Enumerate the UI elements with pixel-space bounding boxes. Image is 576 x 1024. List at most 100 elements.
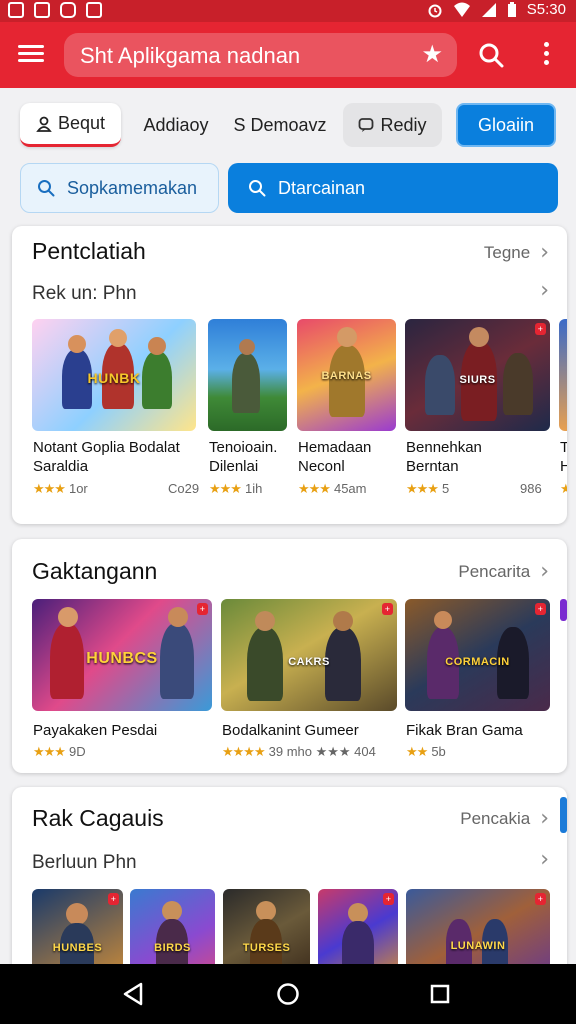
grid-notification-icon — [34, 2, 50, 18]
status-time: S5:30 — [526, 1, 566, 18]
chevron-right-icon[interactable]: › — [540, 278, 549, 303]
game-tile[interactable] — [559, 319, 567, 431]
section-title: Pentclatiah — [32, 238, 146, 264]
game-art-title: HUNBCS — [86, 650, 158, 668]
chip-gloaiin[interactable]: Gloaiin — [456, 103, 556, 147]
search-button-primary[interactable]: Dtarcainan — [228, 163, 558, 213]
rating-badge: + — [107, 893, 119, 905]
game-name-line2: Dilenlai — [209, 458, 259, 475]
section-more-label: Pencarita — [458, 561, 531, 581]
search-button-label: Sopkamemakan — [67, 177, 198, 198]
section-more-label: Tegne — [483, 242, 531, 262]
game-name: Fikak Bran Gama — [406, 722, 523, 739]
status-bar: S5:30 — [0, 0, 576, 22]
rating-badge: + — [382, 893, 394, 905]
section-card-2: Gaktangann Pencarita › + HUNBCS + CAKRS … — [12, 539, 567, 773]
game-tile[interactable]: + HUNBCS — [32, 599, 212, 711]
section-card-1: Pentclatiah Tegne › Rek un: Phn › HUNBK … — [12, 226, 567, 524]
home-icon[interactable] — [277, 982, 299, 1006]
user-icon — [36, 116, 52, 132]
rating-badge: + — [196, 603, 208, 615]
game-name-line2: Neconl — [298, 458, 345, 475]
chip-label: Rediy — [380, 114, 427, 135]
game-name-line2: Berntan — [406, 458, 459, 475]
section-more-link[interactable]: Tegne › — [484, 240, 549, 265]
rating-badge: + — [381, 603, 393, 615]
battery-icon — [507, 1, 516, 17]
game-extra: 986 — [520, 481, 542, 496]
game-rating: ★ — [560, 481, 567, 496]
chevron-right-icon: › — [540, 559, 549, 584]
section-title: Gaktangann — [32, 558, 158, 584]
mail-notification-icon — [86, 2, 102, 18]
notification-icon — [8, 2, 24, 18]
game-name: Tenoioain. — [209, 439, 278, 456]
search-icon[interactable] — [478, 42, 504, 68]
chat-icon — [359, 118, 374, 132]
game-tile[interactable]: HUNBK — [32, 319, 196, 431]
game-name-line2: Saraldia — [33, 458, 89, 475]
section-subheading: Rek un: Phn — [32, 283, 137, 304]
chip-demoavz[interactable]: S Demoavz — [232, 103, 328, 147]
search-icon — [38, 180, 55, 197]
chip-rediy[interactable]: Rediy — [343, 103, 442, 147]
search-bar[interactable]: Sht Aplikgama nadnan ★ — [64, 33, 457, 77]
chip-label: Addiaoy — [143, 114, 209, 135]
game-tile[interactable] — [208, 319, 287, 431]
notification-icons — [8, 2, 102, 18]
chevron-right-icon[interactable]: › — [540, 847, 549, 872]
game-tile[interactable]: + CAKRS — [221, 599, 397, 711]
app-bar: Sht Aplikgama nadnan ★ — [0, 22, 576, 88]
message-notification-icon — [60, 2, 76, 18]
section-more-link[interactable]: Pencarita › — [458, 559, 549, 584]
game-rating: ★★★ 45am — [298, 481, 367, 496]
system-nav-bar — [0, 964, 576, 1024]
game-art-title: HUNBK — [87, 370, 141, 387]
chip-label: S Demoavz — [233, 114, 327, 135]
rating-badge: + — [534, 893, 546, 905]
system-status: S5:30 — [427, 1, 566, 18]
game-rating: ★★★ 9D — [33, 744, 86, 759]
chip-addiaoy[interactable]: Addiaoy — [136, 103, 216, 147]
game-tile[interactable]: BARNAS — [297, 319, 396, 431]
recent-apps-icon[interactable] — [430, 984, 450, 1004]
chip-bequt[interactable]: Bequt — [20, 103, 121, 147]
game-art-title: HUNBES — [52, 941, 103, 954]
star-icon[interactable]: ★ — [421, 40, 443, 69]
game-tile[interactable]: + CORMACIN — [405, 599, 550, 711]
game-rating: ★★★ 1or — [33, 481, 88, 496]
more-options-icon[interactable] — [541, 42, 551, 68]
game-rating: ★★ 5b — [406, 744, 446, 759]
search-bar-text[interactable]: Sht Aplikgama nadnan — [80, 43, 300, 69]
game-rating: ★★★ 5 — [406, 481, 450, 496]
game-name: Notant Goplia Bodalat — [33, 439, 180, 456]
section-card-3: Rak Cagauis Pencakia › Berluun Phn › + H… — [12, 787, 567, 987]
game-name: Bodalkanint Gumeer — [222, 722, 359, 739]
game-rating: ★★★ 1ih — [209, 481, 263, 496]
wifi-icon — [453, 2, 470, 17]
chip-label: Bequt — [57, 113, 106, 133]
chevron-right-icon: › — [540, 240, 549, 265]
back-icon[interactable] — [122, 982, 144, 1006]
rating-badge: + — [534, 603, 546, 615]
section-subheading: Berluun Phn — [32, 852, 137, 873]
chevron-right-icon: › — [540, 806, 549, 831]
search-icon — [249, 180, 266, 197]
game-name: Payakaken Pesdai — [33, 722, 158, 739]
alarm-icon — [428, 4, 442, 17]
game-name: Th — [560, 439, 567, 456]
game-art-title: LUNAWIN — [450, 940, 506, 952]
game-name-line2: H — [560, 458, 567, 475]
signal-icon — [481, 2, 496, 17]
game-name: Bennehkan — [406, 439, 482, 456]
game-tile[interactable]: + SIURS — [405, 319, 550, 431]
search-button-light[interactable]: Sopkamemakan — [20, 163, 219, 213]
game-art-title: CAKRS — [288, 656, 330, 669]
section-more-link[interactable]: Pencakia › — [460, 806, 549, 831]
menu-icon[interactable] — [18, 42, 44, 66]
game-art-title: CORMACIN — [445, 656, 510, 669]
game-art-title: BIRDS — [154, 941, 191, 954]
game-art-title: TURSES — [242, 941, 291, 954]
scroll-hint-icon — [560, 599, 567, 621]
chip-label: Gloaiin — [477, 114, 535, 135]
